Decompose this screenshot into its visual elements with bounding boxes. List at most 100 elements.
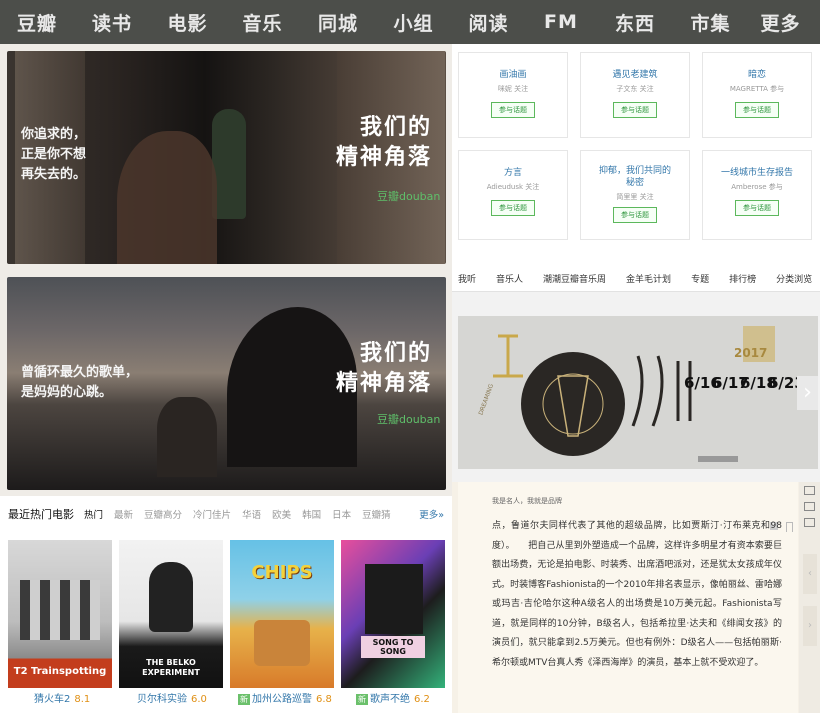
toc-icon[interactable] xyxy=(804,486,815,495)
movie-tab-chinese[interactable]: 华语 xyxy=(242,507,261,521)
movie-caption[interactable]: 猜火车2 8.1 xyxy=(34,690,144,705)
topic-card[interactable]: 遇见老建筑 子文东 关注 参与话题 xyxy=(580,52,690,138)
topic-card[interactable]: 一线城市生存报告 Amberose 参与 参与话题 xyxy=(702,150,812,240)
figure-silhouette xyxy=(212,109,246,219)
topic-card[interactable]: 画油画 咪妮 关注 参与话题 xyxy=(458,52,568,138)
music-tab[interactable]: 分类浏览 xyxy=(776,272,812,285)
douban-logo: 豆瓣douban xyxy=(377,413,441,426)
nav-fm[interactable]: FM xyxy=(526,11,596,33)
banner-1-left-text: 你追求的， 正是你不想 再失去的。 xyxy=(21,127,87,182)
nav-more[interactable]: 更多 xyxy=(747,9,814,36)
topic-title[interactable]: 一线城市生存报告 xyxy=(703,167,811,179)
movie-tab-hot[interactable]: 热门 xyxy=(84,507,103,521)
join-topic-button[interactable]: 参与话题 xyxy=(491,200,535,216)
note-icon[interactable] xyxy=(804,502,815,511)
nav-movies[interactable]: 电影 xyxy=(150,9,225,36)
music-tab[interactable]: 潮潮豆瓣音乐周 xyxy=(543,272,606,285)
movie-tab-top-rated[interactable]: 豆瓣高分 xyxy=(144,507,182,521)
nav-local[interactable]: 同城 xyxy=(300,9,376,36)
nav-read[interactable]: 阅读 xyxy=(451,9,526,36)
movie-name[interactable]: 猜火车2 xyxy=(34,694,70,705)
topic-title[interactable]: 抑郁，我们共同的秘密 xyxy=(581,165,689,189)
movie-score: 6.0 xyxy=(191,694,207,705)
topic-card[interactable]: 暗恋 MAGRETTA 参与 参与话题 xyxy=(702,52,812,138)
join-topic-button[interactable]: 参与话题 xyxy=(491,102,535,118)
movie-caption[interactable]: 新歌声不绝 6.2 xyxy=(356,690,466,705)
bookmark-icon[interactable] xyxy=(786,522,793,532)
banner-2[interactable]: 曾循环最久的歌单， 是妈妈的心跳。 我们的 精神角落 豆瓣douban xyxy=(0,270,452,496)
movie-caption[interactable]: 贝尔科实验 6.0 xyxy=(137,690,247,705)
topic-card[interactable]: 方言 Adieudusk 关注 参与话题 xyxy=(458,150,568,240)
festival-poster[interactable]: DREAMING 2017 6/16 6/17 6/18 6/23 xyxy=(458,316,818,469)
next-page-icon[interactable]: › xyxy=(803,606,817,646)
movie-score: 6.8 xyxy=(316,694,332,705)
join-topic-button[interactable]: 参与话题 xyxy=(735,200,779,216)
nav-market[interactable]: 市集 xyxy=(674,9,747,36)
movies-section-title: 最近热门电影 xyxy=(8,508,74,521)
music-tab[interactable]: 我听 xyxy=(458,272,476,285)
movies-header: 最近热门电影 热门 最新 豆瓣高分 冷门佳片 华语 欧美 韩国 日本 豆瓣猜 更… xyxy=(8,504,444,524)
settings-icon[interactable] xyxy=(804,518,815,527)
poster-art xyxy=(20,580,100,640)
topic-title[interactable]: 方言 xyxy=(459,167,567,179)
reader-paragraph: 点，鲁道尔夫同样代表了其他的超级品牌，比如贾斯汀·汀布莱克和98度）。 把自己从… xyxy=(492,521,782,668)
reader-sidebar: ‹ › xyxy=(799,482,820,713)
nav-douban[interactable]: 豆瓣 xyxy=(0,9,74,36)
banner-1[interactable]: 你追求的， 正是你不想 再失去的。 我们的 精神角落 豆瓣douban xyxy=(0,44,452,270)
topic-title[interactable]: 遇见老建筑 xyxy=(581,69,689,81)
topic-meta: MAGRETTA 参与 xyxy=(729,85,785,93)
banner-1-image[interactable]: 你追求的， 正是你不想 再失去的。 我们的 精神角落 豆瓣douban xyxy=(7,51,446,264)
festival-artwork xyxy=(493,326,775,462)
movie-tab-latest[interactable]: 最新 xyxy=(114,507,133,521)
movie-score: 8.1 xyxy=(74,694,91,705)
poster-art xyxy=(365,564,423,634)
topic-title[interactable]: 暗恋 xyxy=(703,69,811,81)
movie-name[interactable]: 加州公路巡警 xyxy=(252,694,312,705)
movie-tab-guess[interactable]: 豆瓣猜 xyxy=(362,507,391,521)
topic-meta: 咪妮 关注 xyxy=(497,85,529,93)
movie-poster[interactable]: THE BELKO EXPERIMENT xyxy=(119,540,223,688)
join-topic-button[interactable]: 参与话题 xyxy=(613,102,657,118)
banner-2-image[interactable]: 曾循环最久的歌单， 是妈妈的心跳。 我们的 精神角落 豆瓣douban xyxy=(7,277,446,490)
music-tabs: 我听 音乐人 潮潮豆瓣音乐周 金羊毛计划 专题 排行榜 分类浏览 乐评 xyxy=(452,266,820,292)
movie-name[interactable]: 贝尔科实验 xyxy=(137,694,187,705)
movie-caption[interactable]: 新加州公路巡警 6.8 xyxy=(238,690,348,705)
next-arrow-icon[interactable]: › xyxy=(797,376,818,410)
prev-page-icon[interactable]: ‹ xyxy=(803,554,817,594)
music-festival-banner[interactable]: DREAMING 2017 6/16 6/17 6/18 6/23 › xyxy=(452,292,820,482)
nav-music[interactable]: 音乐 xyxy=(225,9,300,36)
nav-things[interactable]: 东西 xyxy=(596,9,674,36)
poster-art xyxy=(254,620,310,666)
topic-title[interactable]: 画油画 xyxy=(459,69,567,81)
nav-books[interactable]: 读书 xyxy=(74,9,150,36)
topic-meta: 简里里 关注 xyxy=(616,193,654,201)
poster-title: THE BELKO EXPERIMENT xyxy=(142,658,200,677)
topic-card[interactable]: 抑郁，我们共同的秘密 简里里 关注 参与话题 xyxy=(580,150,690,240)
movie-tab-korean[interactable]: 韩国 xyxy=(302,507,321,521)
new-badge: 新 xyxy=(356,694,368,705)
movie-poster[interactable]: CHIPS xyxy=(230,540,334,688)
movie-tab-western[interactable]: 欧美 xyxy=(272,507,291,521)
music-tab[interactable]: 音乐人 xyxy=(496,272,523,285)
music-tab[interactable]: 金羊毛计划 xyxy=(626,272,671,285)
music-tab[interactable]: 排行榜 xyxy=(729,272,756,285)
topic-meta: Amberose 参与 xyxy=(731,183,783,191)
banner-2-slogan: 我们的 精神角落 xyxy=(335,341,432,396)
banner-1-slogan: 我们的 精神角落 xyxy=(335,115,432,170)
more-movies-link[interactable]: 更多» xyxy=(419,507,444,521)
hot-movies-section: 最近热门电影 热门 最新 豆瓣高分 冷门佳片 华语 欧美 韩国 日本 豆瓣猜 更… xyxy=(0,496,452,713)
movie-name[interactable]: 歌声不绝 xyxy=(370,694,410,705)
poster-title: T2 Trainspotting xyxy=(13,666,107,677)
nav-groups[interactable]: 小组 xyxy=(376,9,451,36)
movie-poster[interactable]: SONG TO SONG xyxy=(341,540,445,688)
music-tab[interactable]: 专题 xyxy=(691,272,709,285)
movie-tab-japanese[interactable]: 日本 xyxy=(332,507,351,521)
movie-poster[interactable]: T2 Trainspotting xyxy=(8,540,112,688)
poster-title: SONG TO SONG xyxy=(361,636,425,658)
join-topic-button[interactable]: 参与话题 xyxy=(735,102,779,118)
banner-2-left-text: 曾循环最久的歌单， 是妈妈的心跳。 xyxy=(21,365,139,400)
join-topic-button[interactable]: 参与话题 xyxy=(613,207,657,223)
hand-silhouette xyxy=(117,131,217,264)
movie-tab-hidden-gems[interactable]: 冷门佳片 xyxy=(193,507,231,521)
douban-logo: 豆瓣douban xyxy=(377,190,441,203)
